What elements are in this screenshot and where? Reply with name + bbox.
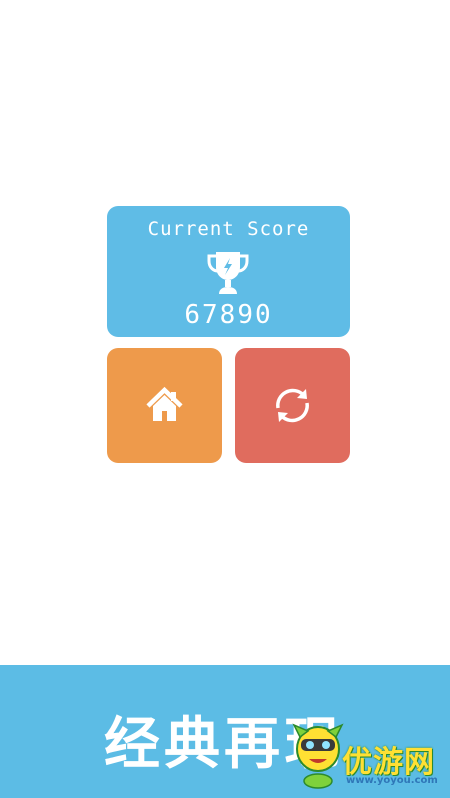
score-card: Current Score 67890: [107, 206, 350, 337]
home-icon: [146, 386, 183, 421]
trophy-icon: [207, 252, 249, 294]
watermark-logo: 优游网 www.yoyou.com: [292, 723, 442, 793]
home-button[interactable]: [107, 348, 222, 463]
restart-icon: [276, 388, 309, 423]
score-label: Current Score: [147, 218, 310, 240]
promo-banner: 经典再现 优游网 www.yoyou.com: [0, 665, 450, 798]
watermark-url: www.yoyou.com: [346, 775, 438, 786]
game-over-screen: Current Score 67890 经典再现 优游网 www.yoyou.c…: [0, 0, 450, 798]
restart-button[interactable]: [235, 348, 350, 463]
score-value: 67890: [184, 300, 273, 330]
mascot-icon: [292, 723, 344, 789]
